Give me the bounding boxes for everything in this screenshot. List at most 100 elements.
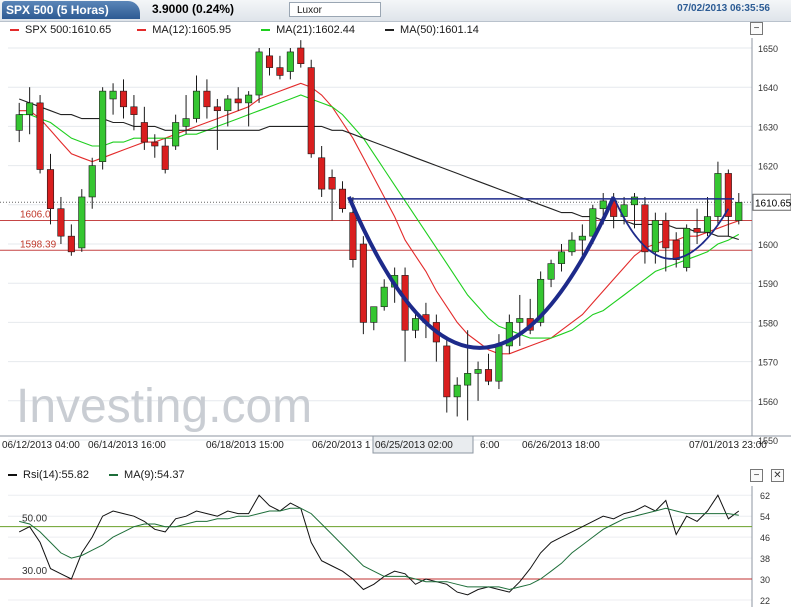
candle-body xyxy=(109,90,117,100)
candle-body xyxy=(547,263,555,280)
candle-body xyxy=(234,98,242,104)
x-tick-label: 06/20/2013 1 xyxy=(312,440,371,451)
price-tick-label: 1650 xyxy=(758,44,778,54)
datetime: 07/02/2013 06:35:56 xyxy=(677,3,770,14)
rsi-tick-label: 38 xyxy=(760,554,770,564)
candle-body xyxy=(46,169,55,210)
candle-body xyxy=(203,90,211,108)
candle-body xyxy=(735,201,743,221)
price-tick-label: 1590 xyxy=(758,279,778,289)
candle-body xyxy=(443,345,451,398)
instrument-title[interactable]: SPX 500 (5 Horas) xyxy=(2,1,140,19)
candle-body xyxy=(318,157,326,190)
x-tick-label: 07/01/2013 23:00 xyxy=(689,440,767,451)
candle-body xyxy=(672,239,680,260)
price-tick-label: 1570 xyxy=(758,358,778,368)
watermark: Investing.com xyxy=(16,380,312,433)
rsi-legend: Rsi(14):55.82 MA(9):54.37 xyxy=(0,467,185,483)
x-tick-label: 6:00 xyxy=(480,440,500,451)
theme-selector[interactable]: Luxor xyxy=(289,2,381,17)
candle-body xyxy=(15,114,23,131)
candle-body xyxy=(578,235,586,241)
legend-price-swatch xyxy=(10,28,19,31)
legend-ma12: MA(12):1605.95 xyxy=(137,24,231,36)
candle-body xyxy=(599,200,607,210)
legend-ma21-swatch xyxy=(261,28,271,31)
legend-price: SPX 500:1610.65 xyxy=(10,24,111,36)
candle-body xyxy=(307,67,315,155)
candle-body xyxy=(370,306,378,323)
candle-body xyxy=(78,196,86,249)
candle-body xyxy=(99,90,107,162)
legend-price-label: SPX 500:1610.65 xyxy=(25,23,112,36)
candle-body xyxy=(224,98,232,112)
candle-body xyxy=(151,141,159,147)
price-tick-label: 1640 xyxy=(758,83,778,93)
candle-body xyxy=(693,228,701,233)
rsi-tick-label: 22 xyxy=(760,596,770,606)
candle-body xyxy=(328,177,336,190)
legend-ma21-label: MA(21):1602.44 xyxy=(276,23,356,36)
candle-body xyxy=(349,212,357,260)
candle-body xyxy=(683,228,691,268)
x-tick-label: 06/25/2013 02:00 xyxy=(375,440,453,451)
minimize-rsi-button[interactable]: − xyxy=(750,469,763,482)
candle-body xyxy=(265,55,274,68)
candle-body xyxy=(714,173,722,217)
price-change: 3.9000 (0.24%) xyxy=(152,2,235,16)
minimize-chart-button[interactable]: − xyxy=(750,22,763,35)
price-tick-label: 1620 xyxy=(758,162,778,172)
candle-body xyxy=(703,216,712,233)
candle-body xyxy=(130,106,138,115)
candle-body xyxy=(630,196,639,206)
candle-body xyxy=(182,118,190,127)
legend-ma12-label: MA(12):1605.95 xyxy=(152,23,232,36)
price-chart[interactable]: Investing.com 1606.01598.39 155015601570… xyxy=(0,38,791,460)
candle-body xyxy=(213,106,221,112)
rsi-tick-label: 62 xyxy=(760,491,770,501)
candle-body xyxy=(140,122,148,143)
legend-ma12-swatch xyxy=(137,28,147,31)
candle-body xyxy=(464,373,472,386)
candle-body xyxy=(286,51,294,72)
legend-ma50-label: MA(50):1601.14 xyxy=(400,23,479,36)
candle-body xyxy=(297,47,305,64)
candle-body xyxy=(484,369,493,382)
rsi-ma9-swatch xyxy=(109,474,119,476)
candle-body xyxy=(359,243,367,323)
candle-body xyxy=(651,220,659,253)
candle-body xyxy=(411,318,420,331)
candle-body xyxy=(161,145,169,170)
candle-body xyxy=(26,102,34,115)
price-tick-label: 1600 xyxy=(758,240,778,250)
last-price-label: 1610.65 xyxy=(755,198,791,209)
x-tick-label: 06/18/2013 15:00 xyxy=(206,440,284,451)
candle-body xyxy=(67,235,75,253)
rsi-ma9-label: MA(9):54.37 xyxy=(124,469,185,481)
x-tick-label: 06/12/2013 04:00 xyxy=(2,440,80,451)
price-tick-label: 1630 xyxy=(758,122,778,132)
candle-body xyxy=(557,251,566,264)
price-legend: SPX 500:1610.65 MA(12):1605.95 MA(21):16… xyxy=(0,21,750,38)
rsi-tick-label: 46 xyxy=(760,533,770,543)
rsi-label: Rsi(14):55.82 xyxy=(23,469,90,481)
candle-body xyxy=(119,90,128,108)
candle-body xyxy=(568,239,576,253)
candle-body xyxy=(474,369,482,374)
candle-body xyxy=(495,345,503,382)
rsi-chart[interactable]: 30.0050.00 223038465462 xyxy=(0,484,791,607)
close-rsi-button[interactable]: ✕ xyxy=(771,469,784,482)
level-label: 1598.39 xyxy=(20,239,57,250)
rsi-tick-label: 54 xyxy=(760,512,770,522)
candle-body xyxy=(192,90,201,119)
candle-body xyxy=(88,165,96,198)
rsi-swatch xyxy=(8,474,17,476)
price-tick-label: 1560 xyxy=(758,397,778,407)
candle-body xyxy=(172,122,180,147)
legend-ma50-swatch xyxy=(385,28,395,31)
rsi-tick-label: 30 xyxy=(760,575,770,585)
candle-body xyxy=(516,318,524,323)
x-tick-label: 06/14/2013 16:00 xyxy=(88,440,166,451)
level-label: 1606.0 xyxy=(20,209,51,220)
x-tick-label: 06/26/2013 18:00 xyxy=(522,440,600,451)
